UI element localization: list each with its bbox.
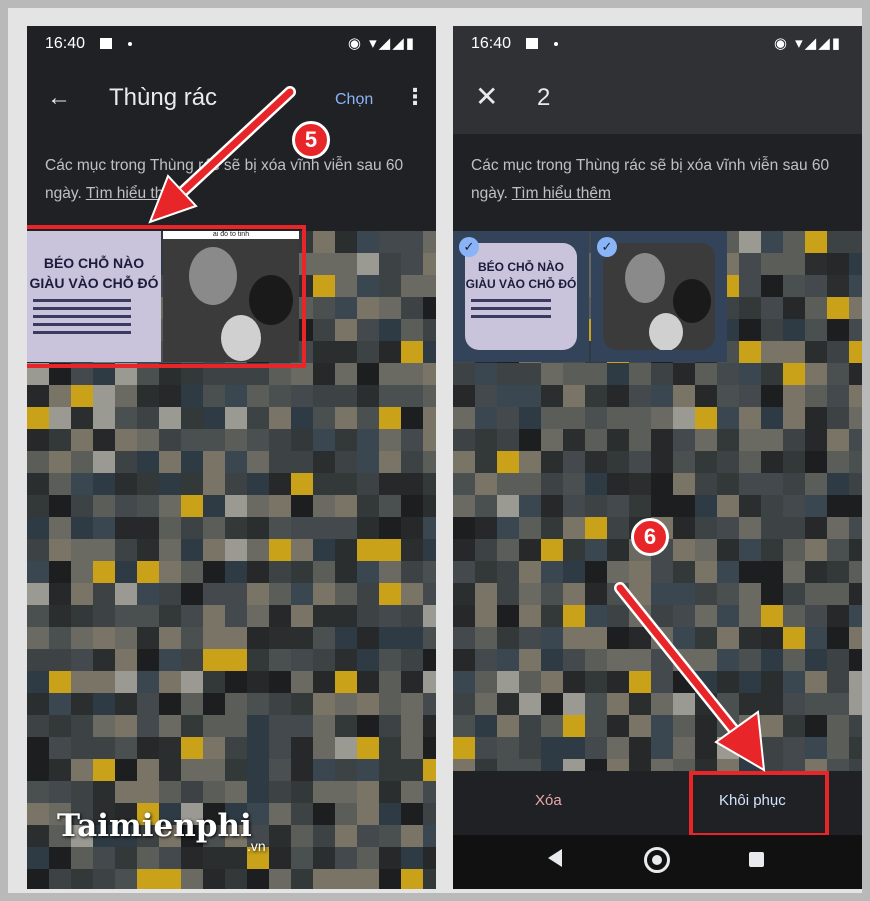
annotation-arrows	[148, 86, 766, 772]
arrow-to-restore	[614, 582, 766, 772]
arrow-to-photos	[148, 86, 296, 224]
